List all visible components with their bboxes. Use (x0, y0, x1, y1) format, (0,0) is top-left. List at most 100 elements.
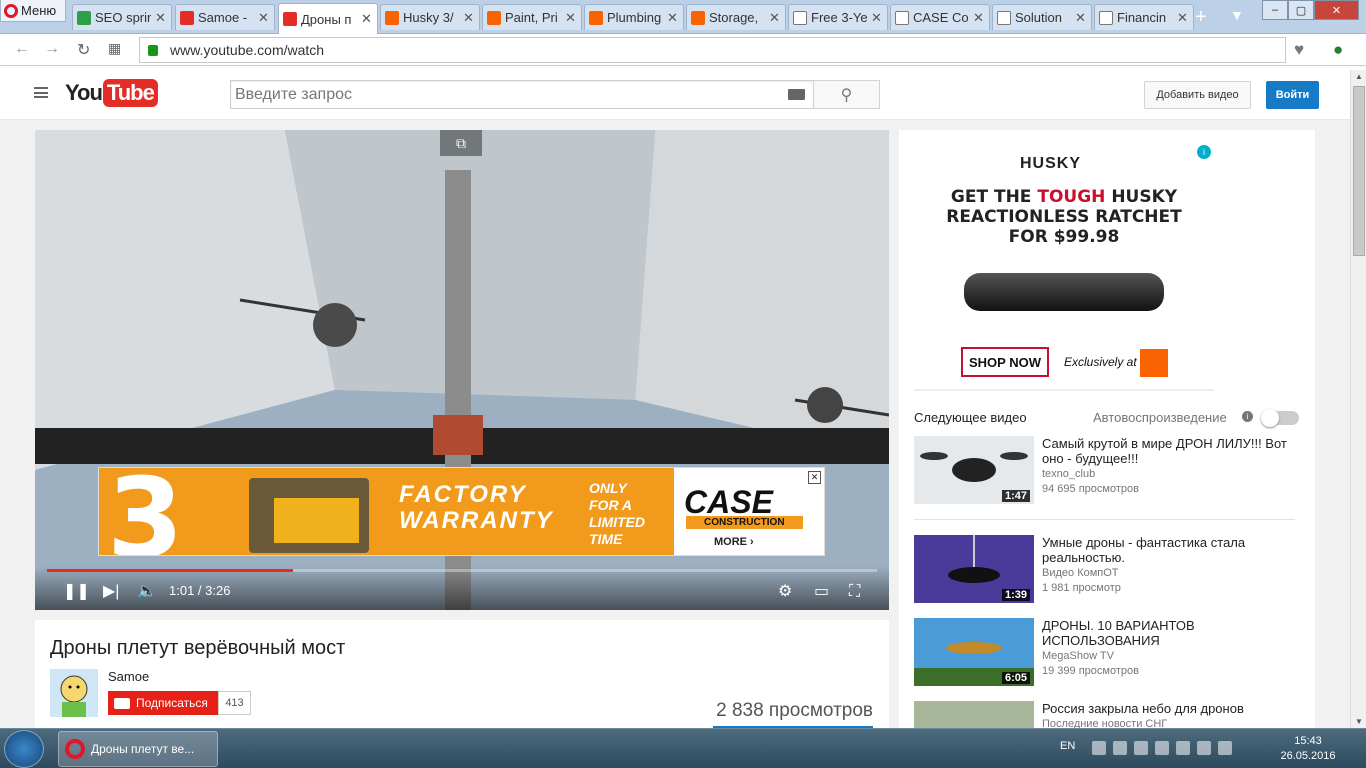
browser-tab[interactable]: Plumbing ✕ (584, 4, 684, 30)
tab-close-icon[interactable]: ✕ (973, 10, 985, 26)
list-item[interactable]: Россия закрыла небо для дронов Последние… (914, 701, 1304, 728)
tab-menu-icon[interactable]: ▼ (1230, 7, 1244, 23)
browser-tab[interactable]: Free 3-Ye ✕ (788, 4, 888, 30)
tab-close-icon[interactable]: ✕ (155, 10, 167, 26)
exclusive-text: Exclusively at (1064, 355, 1137, 369)
new-tab-icon[interactable]: + (1195, 6, 1207, 29)
signin-button[interactable]: Войти (1266, 81, 1319, 109)
video-thumbnail[interactable]: 1:47 (914, 436, 1034, 504)
url-field[interactable]: www.youtube.com/watch (139, 37, 1286, 63)
video-player[interactable]: ⧉ 3 FACTORY WARRANTY ONLY FOR A LIMITED TIM… (35, 130, 889, 610)
browser-tab[interactable]: Financin ✕ (1094, 4, 1194, 30)
page-scrollbar[interactable]: ▲ ▼ (1350, 70, 1366, 728)
tray-icon[interactable] (1134, 741, 1148, 755)
globe-icon[interactable]: ● (1333, 40, 1343, 60)
upload-button[interactable]: Добавить видео (1144, 81, 1251, 109)
forward-icon[interactable]: → (44, 40, 60, 58)
tab-close-icon[interactable]: ✕ (667, 10, 679, 26)
browser-tab[interactable]: Storage, ✕ (686, 4, 786, 30)
browser-tab[interactable]: Solution ✕ (992, 4, 1092, 30)
scroll-up-icon[interactable]: ▲ (1355, 72, 1363, 81)
ad-text-get: GET THE (950, 187, 1032, 207)
speed-dial-icon[interactable]: ▦ (108, 40, 121, 57)
scrollbar-thumb[interactable] (1353, 86, 1365, 256)
minimize-button[interactable]: – (1262, 0, 1288, 20)
flag-icon[interactable] (1197, 741, 1211, 755)
husky-logo: HUSKY (1020, 155, 1082, 172)
theater-mode-icon[interactable]: ▭ (814, 581, 829, 601)
back-icon[interactable]: ← (14, 40, 30, 58)
youtube-favicon-icon (283, 12, 297, 26)
list-item[interactable]: 1:47 Самый крутой в мире ДРОН ЛИЛУ!!! Во… (914, 436, 1304, 506)
tab-title: Paint, Pri (505, 10, 558, 25)
keyboard-icon[interactable] (788, 89, 805, 100)
browser-tab[interactable]: Дроны п ✕ (278, 3, 378, 34)
search-button[interactable]: ⚲ (813, 80, 880, 109)
pause-icon[interactable]: ❚❚ (63, 581, 90, 601)
video-channel: MegaShow TV (1042, 650, 1114, 662)
subscribe-button[interactable]: Подписаться 413 (108, 691, 251, 715)
tab-close-icon[interactable]: ✕ (361, 11, 373, 27)
tray-icon[interactable] (1155, 741, 1169, 755)
ad-close-button[interactable]: ✕ (808, 471, 821, 484)
volume-icon[interactable]: 🔈 (137, 581, 157, 601)
autoplay-info-icon[interactable]: i (1242, 411, 1253, 422)
document-favicon-icon (997, 10, 1011, 25)
channel-avatar[interactable] (50, 669, 98, 717)
browser-tab[interactable]: SEO sprin ✕ (72, 4, 172, 30)
tray-icon[interactable] (1092, 741, 1106, 755)
network-icon[interactable] (1176, 741, 1190, 755)
browser-tab[interactable]: Samoe - ✕ (175, 4, 275, 30)
language-indicator[interactable]: EN (1060, 740, 1075, 752)
husky-display-ad[interactable]: HUSKY GET THE TOUGH HUSKY REACTIONLESS R… (914, 145, 1214, 395)
tab-close-icon[interactable]: ✕ (258, 10, 270, 26)
channel-name[interactable]: Samoe (108, 669, 149, 684)
tab-close-icon[interactable]: ✕ (1177, 10, 1189, 26)
tab-close-icon[interactable]: ✕ (463, 10, 475, 26)
tray-icon[interactable] (1113, 741, 1127, 755)
autoplay-toggle[interactable] (1261, 409, 1299, 427)
video-thumbnail[interactable] (914, 701, 1034, 728)
fullscreen-icon[interactable]: ⛶ (849, 583, 860, 601)
overlay-ad-banner[interactable]: 3 FACTORY WARRANTY ONLY FOR A LIMITED TIME … (98, 467, 825, 556)
ad-more-link[interactable]: MORE › (714, 536, 754, 548)
video-thumbnail[interactable]: 6:05 (914, 618, 1034, 686)
browser-tab[interactable]: CASE Co ✕ (890, 4, 990, 30)
shop-now-button[interactable]: SHOP NOW (961, 347, 1049, 377)
tab-close-icon[interactable]: ✕ (1075, 10, 1087, 26)
tab-close-icon[interactable]: ✕ (769, 10, 781, 26)
video-link-title[interactable]: ДРОНЫ. 10 ВАРИАНТОВ ИСПОЛЬЗОВАНИЯ (1042, 618, 1304, 648)
scroll-down-icon[interactable]: ▼ (1355, 717, 1363, 726)
tab-close-icon[interactable]: ✕ (565, 10, 577, 26)
reload-icon[interactable]: ↻ (77, 40, 90, 60)
opera-menu-button[interactable]: Меню (0, 0, 66, 22)
heart-icon[interactable]: ♥ (1294, 40, 1304, 60)
ad-info-icon[interactable]: i (1197, 145, 1211, 159)
close-window-button[interactable]: ✕ (1314, 0, 1359, 20)
browser-tab[interactable]: Husky 3/ ✕ (380, 4, 480, 30)
list-item[interactable]: 6:05 ДРОНЫ. 10 ВАРИАНТОВ ИСПОЛЬЗОВАНИЯ M… (914, 618, 1304, 688)
system-clock[interactable]: 15:43 26.05.2016 (1268, 734, 1348, 764)
video-duration: 1:39 (1001, 589, 1030, 601)
progress-bar[interactable] (47, 569, 877, 572)
maximize-button[interactable]: ▢ (1288, 0, 1314, 20)
taskbar-opera-item[interactable]: Дроны плетут ве... (58, 731, 218, 767)
next-icon[interactable]: ▶| (103, 581, 119, 601)
youtube-logo[interactable]: You Tube (65, 79, 158, 107)
volume-tray-icon[interactable] (1218, 741, 1232, 755)
tab-close-icon[interactable]: ✕ (871, 10, 883, 26)
video-link-title[interactable]: Умные дроны - фантастика стала реальност… (1042, 535, 1304, 565)
start-button[interactable] (4, 730, 44, 768)
video-link-title[interactable]: Россия закрыла небо для дронов (1042, 701, 1304, 716)
settings-icon[interactable]: ⚙ (778, 581, 792, 601)
miniplayer-icon[interactable]: ⧉ (440, 130, 482, 156)
video-link-title[interactable]: Самый крутой в мире ДРОН ЛИЛУ!!! Вот оно… (1042, 436, 1304, 466)
search-input[interactable]: Введите запрос (230, 80, 814, 109)
browser-tab[interactable]: Paint, Pri ✕ (482, 4, 582, 30)
list-item[interactable]: 1:39 Умные дроны - фантастика стала реал… (914, 535, 1304, 605)
ad-text-husky: HUSKY (1111, 187, 1178, 207)
video-views: 1 981 просмотр (1042, 582, 1121, 594)
video-thumbnail[interactable]: 1:39 (914, 535, 1034, 603)
youtube-favicon-icon (180, 10, 194, 25)
guide-menu-icon[interactable] (34, 87, 48, 98)
